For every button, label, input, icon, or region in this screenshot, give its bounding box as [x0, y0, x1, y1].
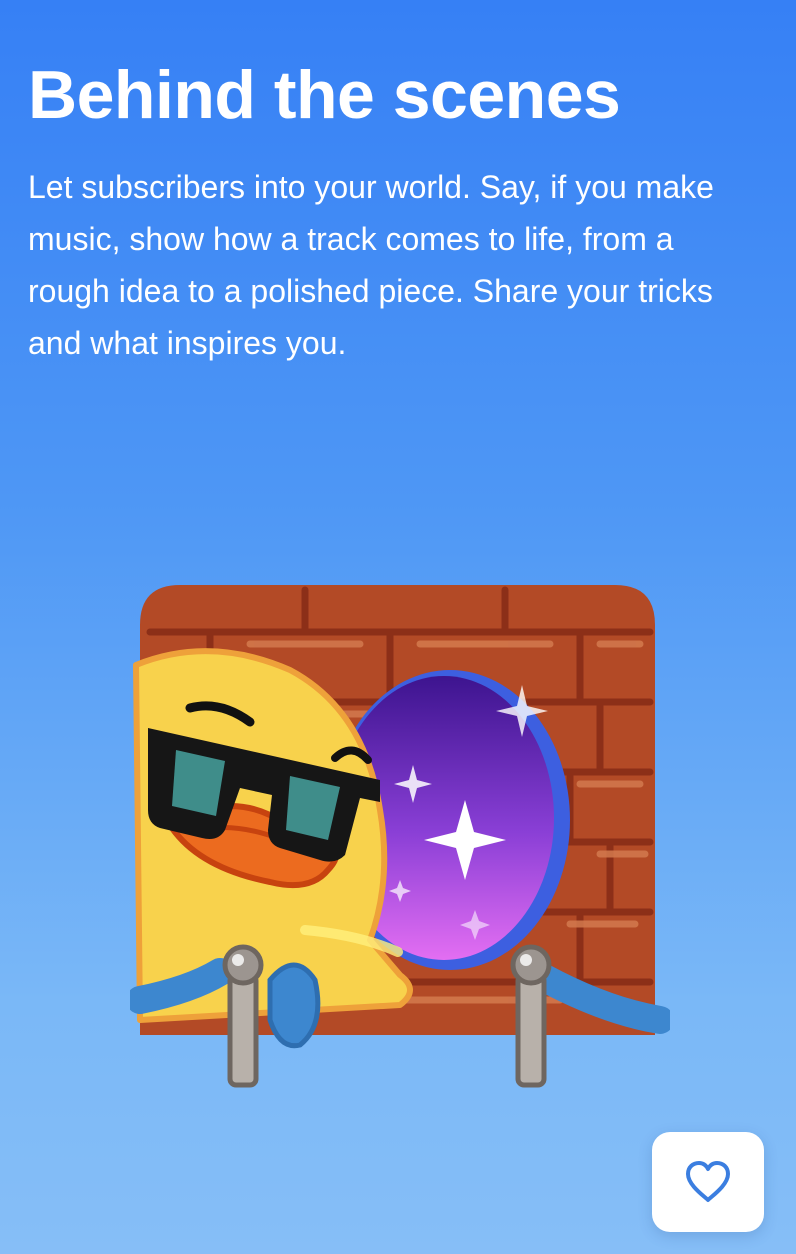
page-description: Let subscribers into your world. Say, if…	[28, 168, 714, 361]
intro-section: Behind the scenes Let subscribers into y…	[28, 58, 768, 369]
page-title: Behind the scenes	[28, 57, 621, 133]
heart-outline-icon	[684, 1160, 732, 1204]
duck-sticker-illustration	[130, 580, 670, 1100]
duck-wing	[267, 962, 321, 1049]
like-button[interactable]	[652, 1132, 764, 1232]
sticker-graphic	[130, 585, 670, 1088]
